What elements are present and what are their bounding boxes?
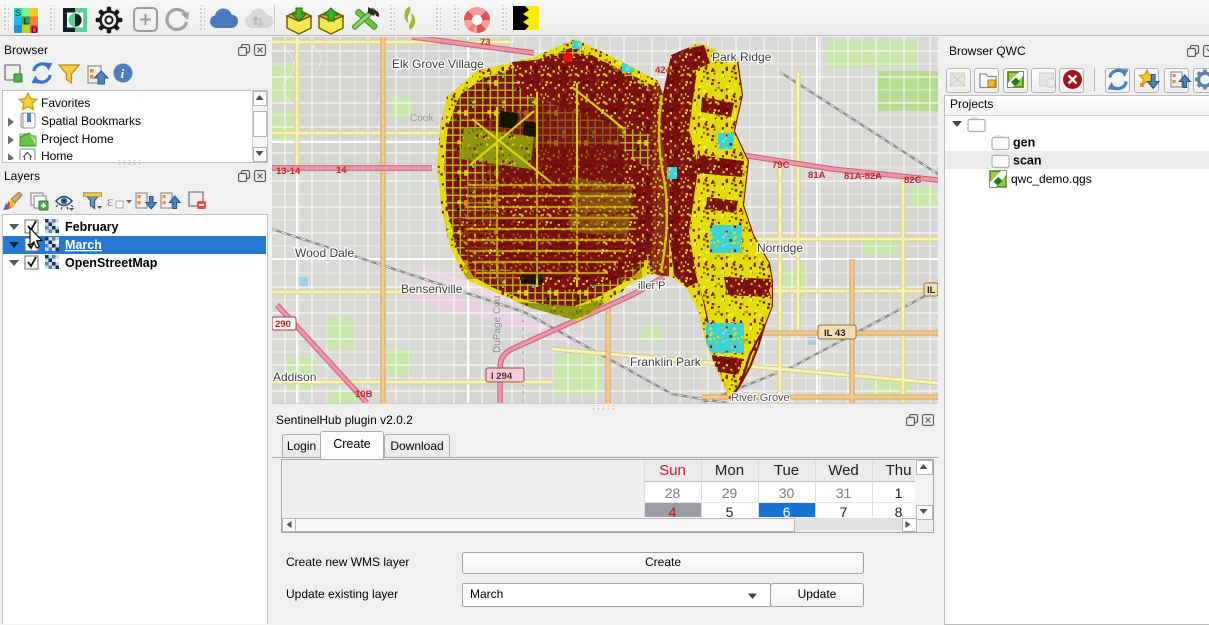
svg-text:iller P: iller P xyxy=(638,280,666,292)
svg-text:290: 290 xyxy=(275,319,291,330)
svg-text:Addison: Addison xyxy=(273,370,316,384)
svg-text:qwc_demo.qgs: qwc_demo.qgs xyxy=(1011,172,1092,186)
svg-text:D: D xyxy=(31,25,38,35)
svg-text:L: L xyxy=(23,16,29,27)
svg-text:13-14: 13-14 xyxy=(276,166,301,177)
svg-text:i: i xyxy=(121,66,125,81)
svg-text:River Grove: River Grove xyxy=(731,392,790,403)
svg-text:I 294: I 294 xyxy=(491,371,513,382)
svg-text:424: 424 xyxy=(655,65,672,76)
svg-text:Cook: Cook xyxy=(410,113,434,124)
svg-text:February: February xyxy=(65,220,119,234)
svg-text:Spatial Bookmarks: Spatial Bookmarks xyxy=(41,114,141,128)
svg-text:73: 73 xyxy=(480,37,491,48)
svg-text:81A-82A: 81A-82A xyxy=(844,171,882,182)
svg-text:Bensenville: Bensenville xyxy=(401,282,463,296)
svg-text:Home: Home xyxy=(41,149,73,160)
svg-text:Norridge: Norridge xyxy=(757,241,803,255)
svg-text:82C: 82C xyxy=(904,175,922,186)
svg-text:scan: scan xyxy=(1013,154,1042,168)
svg-text:IL: IL xyxy=(927,285,936,296)
svg-text:Park Ridge: Park Ridge xyxy=(712,50,772,64)
svg-text:Favorites: Favorites xyxy=(41,96,90,110)
svg-text:Franklin Park: Franklin Park xyxy=(630,355,702,369)
svg-text:Elk Grove Village: Elk Grove Village xyxy=(392,57,484,71)
svg-text:10B: 10B xyxy=(355,389,373,400)
svg-text:DuPage Cou: DuPage Cou xyxy=(492,296,503,353)
svg-text:Project Home: Project Home xyxy=(41,132,114,146)
svg-text:14: 14 xyxy=(336,165,347,176)
svg-text:March: March xyxy=(65,238,102,252)
svg-text:79C: 79C xyxy=(772,160,790,171)
svg-text:OpenStreetMap: OpenStreetMap xyxy=(65,256,158,270)
svg-text:Wood Dale: Wood Dale xyxy=(295,246,354,260)
svg-text:S: S xyxy=(15,8,21,19)
svg-text:gen: gen xyxy=(1013,136,1035,150)
svg-text:ε: ε xyxy=(107,194,113,210)
svg-text:81A: 81A xyxy=(808,170,826,181)
svg-text:IL 43: IL 43 xyxy=(824,328,845,339)
